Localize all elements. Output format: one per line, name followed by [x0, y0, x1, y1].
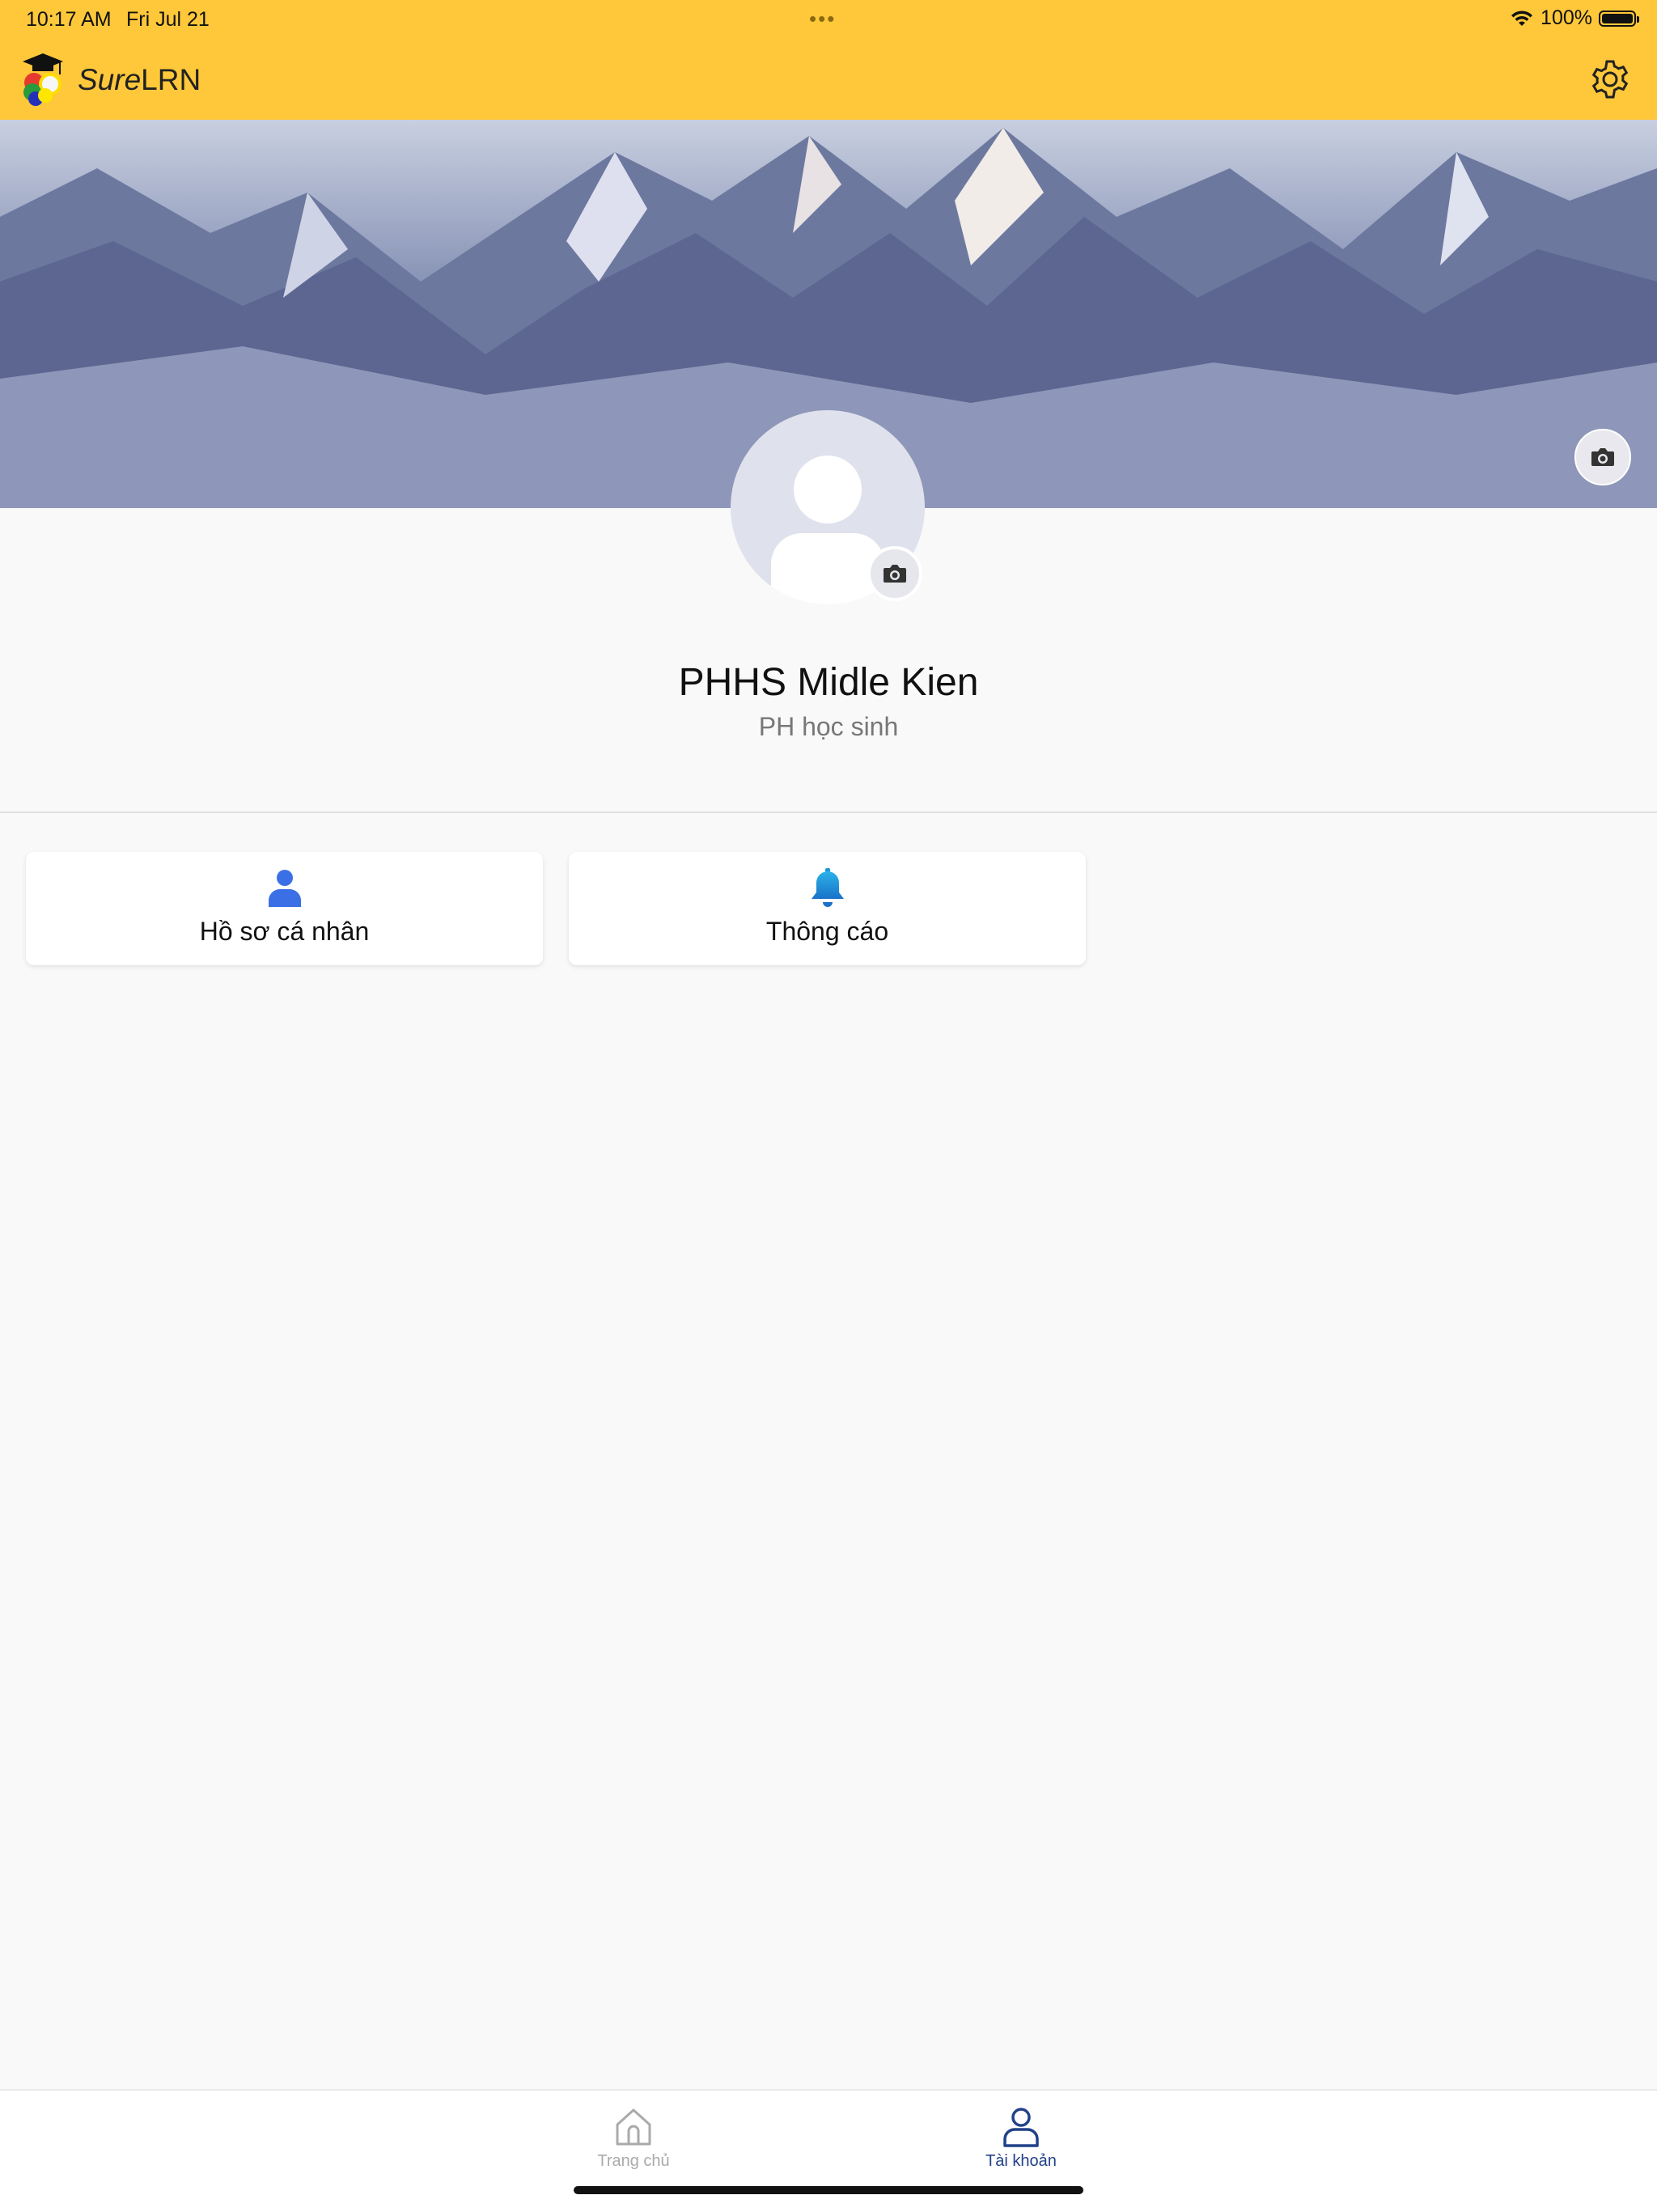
tab-account[interactable]: Tài khoản: [940, 2104, 1102, 2171]
gear-icon[interactable]: [1587, 57, 1633, 102]
battery-icon: [1599, 10, 1639, 27]
divider: [0, 811, 1657, 813]
app-bar: SureLRN: [0, 39, 1657, 120]
camera-icon: [1591, 448, 1614, 466]
multitasking-dots[interactable]: •••: [809, 6, 836, 32]
status-bar: 10:17 AM Fri Jul 21 ••• 100%: [0, 0, 1657, 39]
home-indicator[interactable]: [574, 2186, 1083, 2194]
status-date: Fri Jul 21: [126, 8, 210, 31]
app-name-bold: LRN: [141, 63, 201, 96]
user-icon: [1003, 2108, 1039, 2147]
status-indicators: 100%: [1510, 6, 1639, 30]
personal-profile-card[interactable]: Hồ sơ cá nhân: [26, 852, 543, 965]
app-logo: [23, 53, 63, 106]
tab-label: Tài khoản: [985, 2152, 1057, 2170]
status-time: 10:17 AM: [26, 8, 112, 31]
avatar-camera-button[interactable]: [867, 546, 922, 601]
app-name: SureLRN: [78, 63, 201, 97]
card-label: Thông cáo: [765, 917, 889, 946]
announcements-card[interactable]: Thông cáo: [569, 852, 1086, 965]
tab-label: Trang chủ: [597, 2152, 670, 2170]
camera-icon: [884, 565, 906, 583]
profile-role: PH học sinh: [758, 712, 899, 741]
app-name-italic: Sure: [78, 63, 142, 96]
bell-icon: [811, 868, 844, 907]
battery-percent: 100%: [1540, 6, 1592, 29]
cover-camera-button[interactable]: [1574, 429, 1631, 485]
card-label: Hồ sơ cá nhân: [199, 917, 370, 946]
person-icon: [268, 870, 301, 907]
profile-name: PHHS Midle Kien: [678, 661, 979, 704]
wifi-icon: [1511, 10, 1533, 26]
home-icon: [616, 2108, 651, 2146]
tab-home[interactable]: Trang chủ: [553, 2104, 714, 2171]
